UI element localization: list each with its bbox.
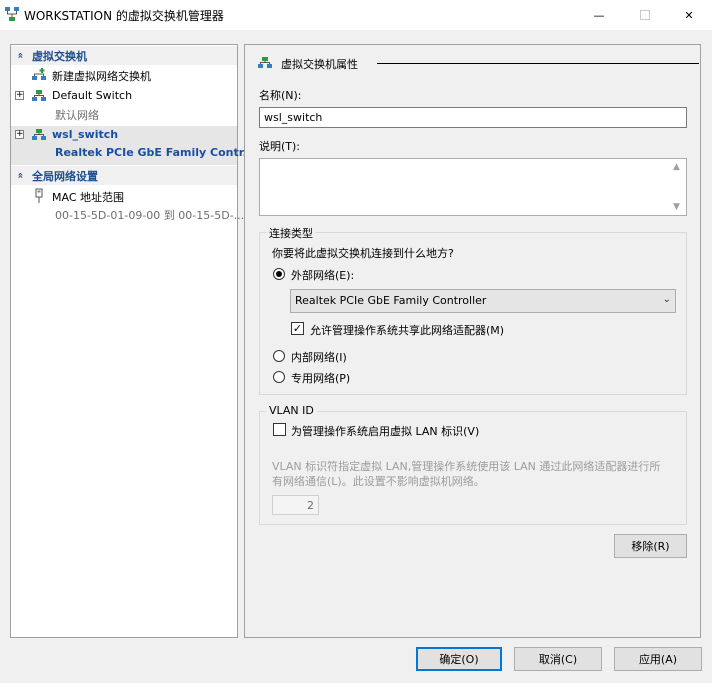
tree-item-default-switch[interactable]: + Default Switch 默认网络 bbox=[11, 87, 237, 125]
ok-button[interactable]: 确定(O) bbox=[416, 647, 502, 671]
tree-item-wsl-switch[interactable]: + wsl_switch Realtek PCIe GbE Family Con… bbox=[11, 126, 255, 165]
chevron-down-icon: ⌄ bbox=[662, 294, 671, 305]
tree-item-sublabel: 默认网络 bbox=[55, 109, 99, 122]
cancel-button[interactable]: 取消(C) bbox=[514, 647, 602, 671]
close-icon: ✕ bbox=[684, 8, 694, 22]
name-label: 名称(N): bbox=[259, 89, 302, 102]
notes-label: 说明(T): bbox=[259, 140, 301, 153]
vlan-enable-label[interactable]: 为管理操作系统启用虚拟 LAN 标识(V) bbox=[291, 423, 479, 439]
internal-network-radio[interactable] bbox=[273, 350, 285, 362]
apply-button[interactable]: 应用(A) bbox=[614, 647, 702, 671]
tree-item-mac-range[interactable]: MAC 地址范围 00-15-5D-01-09-00 到 00-15-5D-..… bbox=[11, 187, 244, 225]
tree-item-sublabel: 00-15-5D-01-09-00 到 00-15-5D-... bbox=[55, 209, 245, 222]
connection-question: 你要将此虚拟交换机连接到什么地方? bbox=[272, 247, 454, 260]
external-network-radio[interactable] bbox=[273, 268, 285, 280]
switch-tree-panel: « 虚拟交换机 新建虚拟网络交换机 + Default Switch 默认网络 … bbox=[10, 44, 255, 638]
tree-item-label: Default Switch bbox=[52, 89, 133, 102]
window-title: WORKSTATION 的虚拟交换机管理器 bbox=[24, 9, 224, 23]
header-divider bbox=[377, 63, 699, 64]
network-adapter-icon bbox=[35, 188, 43, 203]
allow-share-label[interactable]: 允许管理操作系统共享此网络适配器(M) bbox=[310, 322, 504, 338]
vlan-description-line1: VLAN 标识符指定虚拟 LAN,管理操作系统使用该 LAN 通过此网络适配器进… bbox=[272, 460, 661, 473]
expand-icon[interactable]: + bbox=[15, 130, 24, 139]
section-label: 全局网络设置 bbox=[32, 169, 98, 183]
switch-icon bbox=[32, 90, 46, 101]
scroll-up-icon: ▲ bbox=[673, 162, 680, 172]
vlan-id-stepper[interactable]: 2 bbox=[272, 495, 319, 515]
scroll-down-icon: ▼ bbox=[673, 202, 680, 212]
switch-icon bbox=[32, 129, 46, 140]
collapse-icon: « bbox=[14, 172, 26, 179]
private-network-label[interactable]: 专用网络(P) bbox=[291, 370, 350, 386]
allow-share-checkbox[interactable]: ✓ bbox=[291, 322, 304, 335]
virtual-switch-app-icon bbox=[5, 7, 19, 21]
connection-type-title: 连接类型 bbox=[266, 225, 316, 241]
minimize-button[interactable]: — bbox=[576, 0, 622, 30]
new-switch-icon bbox=[32, 68, 46, 80]
remove-button[interactable]: 移除(R) bbox=[614, 534, 687, 558]
external-network-label[interactable]: 外部网络(E): bbox=[291, 267, 354, 283]
tree-item-label: MAC 地址范围 bbox=[52, 191, 124, 204]
notes-scrollbar[interactable]: ▲ ▼ bbox=[669, 159, 686, 215]
adapter-selected-value: Realtek PCIe GbE Family Controller bbox=[295, 294, 487, 307]
collapse-icon: « bbox=[14, 52, 26, 59]
expand-icon[interactable]: + bbox=[15, 91, 24, 100]
vlan-description-line2: 有网络通信(L)。此设置不影响虚拟机网络。 bbox=[272, 475, 485, 488]
tree-item-sublabel: Realtek PCIe GbE Family Contr... bbox=[55, 146, 256, 159]
switch-icon bbox=[258, 57, 272, 68]
tree-item-label: 新建虚拟网络交换机 bbox=[52, 70, 151, 83]
close-button[interactable]: ✕ bbox=[666, 0, 712, 30]
switch-properties-panel: 虚拟交换机属性 名称(N): 说明(T): ▲ ▼ 连接类型 你要将此虚拟交换机… bbox=[244, 44, 701, 638]
properties-header: 虚拟交换机属性 bbox=[257, 55, 699, 71]
vlan-title: VLAN ID bbox=[266, 404, 317, 417]
private-network-radio[interactable] bbox=[273, 371, 285, 383]
tree-item-label: wsl_switch bbox=[52, 128, 119, 141]
section-virtual-switches[interactable]: « 虚拟交换机 bbox=[11, 46, 237, 65]
section-global-settings[interactable]: « 全局网络设置 bbox=[11, 166, 237, 185]
title-bar: WORKSTATION 的虚拟交换机管理器 — ✕ bbox=[0, 0, 712, 30]
notes-textarea[interactable]: ▲ ▼ bbox=[259, 158, 687, 216]
maximize-button[interactable] bbox=[622, 0, 668, 30]
vlan-enable-checkbox[interactable] bbox=[273, 423, 286, 436]
maximize-icon bbox=[640, 10, 650, 20]
adapter-dropdown[interactable]: Realtek PCIe GbE Family Controller ⌄ bbox=[290, 289, 676, 313]
minimize-icon: — bbox=[593, 8, 605, 22]
internal-network-label[interactable]: 内部网络(I) bbox=[291, 349, 347, 365]
switch-name-input[interactable] bbox=[259, 107, 687, 128]
section-label: 虚拟交换机 bbox=[32, 49, 87, 63]
tree-item-new-switch[interactable]: 新建虚拟网络交换机 bbox=[11, 66, 237, 86]
vlan-id-value: 2 bbox=[307, 499, 314, 512]
properties-title: 虚拟交换机属性 bbox=[281, 58, 358, 71]
